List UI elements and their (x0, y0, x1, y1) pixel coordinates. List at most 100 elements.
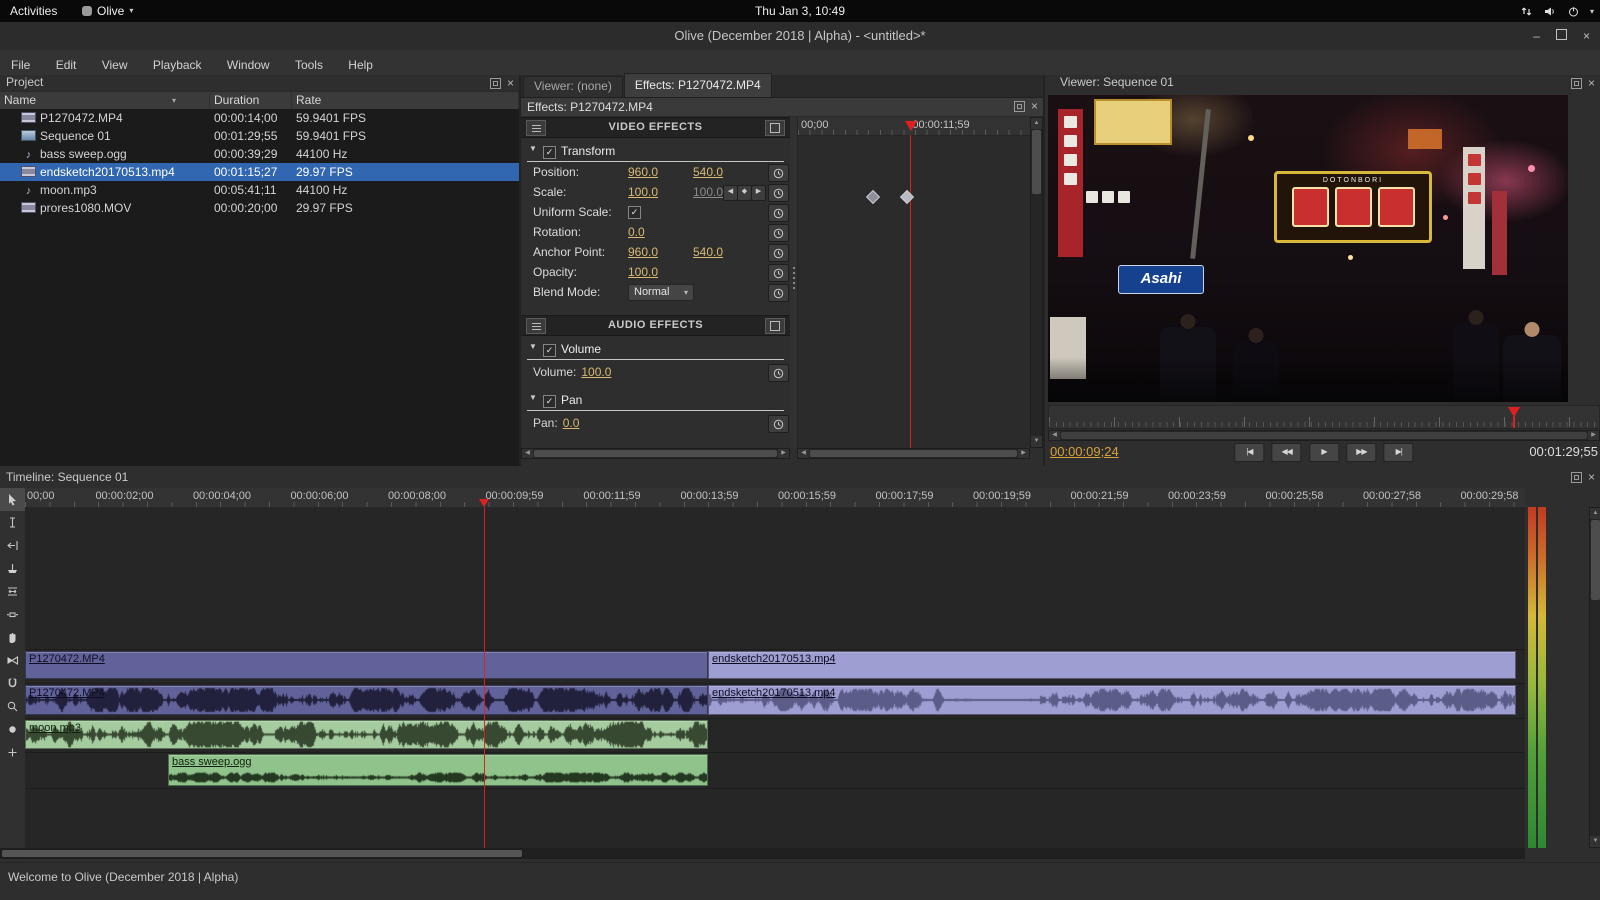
column-duration[interactable]: Duration (210, 92, 292, 110)
scroll-down-icon[interactable]: ▼ (1590, 836, 1600, 847)
scroll-left-icon[interactable]: ◀ (798, 449, 809, 458)
close-button[interactable]: × (1583, 29, 1590, 43)
tab-viewer-none[interactable]: Viewer: (none) (523, 76, 623, 97)
window-titlebar[interactable]: Olive (December 2018 | Alpha) - <untitle… (0, 22, 1600, 51)
timeline-playhead-line[interactable] (484, 507, 485, 848)
close-icon[interactable]: × (507, 77, 514, 89)
maximize-button[interactable] (1555, 29, 1567, 43)
previous-keyframe-button[interactable]: ◀ (723, 185, 738, 201)
pointer-tool[interactable] (0, 488, 25, 511)
scrollbar-thumb[interactable] (1061, 432, 1587, 439)
menu-tools[interactable]: Tools (284, 50, 334, 75)
timeline-hscrollbar[interactable] (0, 848, 1525, 859)
keyframe-diamond[interactable] (865, 189, 881, 205)
minimize-button[interactable]: – (1533, 29, 1540, 43)
system-clock[interactable]: Thu Jan 3, 10:49 (755, 0, 845, 22)
close-icon[interactable]: × (1588, 471, 1595, 483)
project-item-selected[interactable]: endsketch20170513.mp4 00:01:15;27 29.97 … (0, 163, 519, 181)
collapse-icon[interactable]: ▼ (529, 144, 537, 153)
go-to-end-button[interactable]: ▶| (1383, 443, 1414, 462)
collapse-icon[interactable]: ▼ (529, 393, 537, 402)
transform-effect-header[interactable]: ▼ ✓ Transform (527, 143, 784, 162)
hand-tool[interactable] (0, 626, 25, 649)
column-rate[interactable]: Rate (292, 92, 519, 110)
blend-keyframe-toggle[interactable] (768, 284, 789, 302)
add-audio-effect-button[interactable] (526, 318, 546, 334)
scrollbar-thumb[interactable] (534, 450, 777, 457)
scroll-down-icon[interactable]: ▼ (1031, 436, 1042, 447)
project-item[interactable]: P1270472.MP4 00:00:14;00 59.9401 FPS (0, 109, 519, 127)
audio-clip[interactable]: moon.mp3 (25, 720, 708, 749)
rotation-keyframe-toggle[interactable] (768, 224, 789, 242)
scroll-right-icon[interactable]: ▶ (1018, 449, 1029, 458)
viewer-hscrollbar[interactable]: ◀ ▶ (1048, 430, 1600, 441)
timeline-ruler[interactable]: 00;00 00:00:02;00 00:00:04;00 00:00:06;00 00… (25, 488, 1525, 508)
go-to-start-button[interactable]: |◀ (1234, 443, 1265, 462)
project-columns-header[interactable]: Name ▾ Duration Rate (0, 91, 519, 111)
ripple-tool[interactable] (0, 534, 25, 557)
timeline-tracks[interactable]: P1270472.MP4 endsketch20170513.mp4 P1270… (25, 507, 1525, 848)
popout-icon[interactable] (1570, 472, 1582, 483)
activities-button[interactable]: Activities (10, 0, 57, 22)
edit-tool[interactable] (0, 511, 25, 534)
keyframe-playhead-marker[interactable] (905, 121, 917, 131)
add-button[interactable] (0, 741, 25, 764)
opacity-keyframe-toggle[interactable] (768, 264, 789, 282)
blend-mode-dropdown[interactable]: Normal ▾ (628, 284, 694, 301)
position-x-value[interactable]: 960.0 (628, 163, 658, 182)
anchor-y-value[interactable]: 540.0 (693, 243, 723, 262)
zoom-tool[interactable] (0, 695, 25, 718)
project-item[interactable]: ♪ bass sweep.ogg 00:00:39;29 44100 Hz (0, 145, 519, 163)
next-keyframe-button[interactable]: ▶ (751, 185, 766, 201)
position-y-value[interactable]: 540.0 (693, 163, 723, 182)
column-name[interactable]: Name ▾ (0, 92, 210, 110)
razor-tool[interactable] (0, 557, 25, 580)
menu-playback[interactable]: Playback (142, 50, 213, 75)
scroll-up-icon[interactable]: ▲ (1590, 508, 1600, 519)
keyframe-diamond[interactable] (899, 189, 915, 205)
audio-effects-options-button[interactable] (765, 318, 785, 334)
slip-tool[interactable] (0, 580, 25, 603)
keyframe-area[interactable]: 00;00 00:00:11;59 (797, 117, 1031, 448)
add-video-effect-button[interactable] (526, 120, 546, 136)
close-icon[interactable]: × (1588, 77, 1595, 89)
project-item[interactable]: Sequence 01 00:01:29;55 59.9401 FPS (0, 127, 519, 145)
system-status-area[interactable]: ▾ (1520, 0, 1594, 22)
volume-keyframe-toggle[interactable] (768, 364, 789, 382)
current-timecode[interactable]: 00:00:09;24 (1050, 444, 1119, 459)
uniform-scale-keyframe-toggle[interactable] (768, 204, 789, 222)
position-keyframe-toggle[interactable] (768, 164, 789, 182)
app-menu-button[interactable]: Olive ▾ (82, 0, 133, 22)
fast-forward-button[interactable]: ▶▶ (1346, 443, 1377, 462)
pan-enabled-checkbox[interactable]: ✓ (543, 395, 556, 408)
keyframe-hscrollbar[interactable]: ◀ ▶ (797, 448, 1030, 459)
pan-keyframe-toggle[interactable] (768, 415, 789, 433)
viewer-timeline-ruler[interactable] (1048, 405, 1600, 429)
audio-video-clip[interactable]: P1270472.MP4 (25, 685, 708, 715)
keyframe-playhead-line[interactable] (910, 135, 911, 448)
timeline-vscrollbar[interactable]: ▲ ▼ (1589, 507, 1600, 848)
snapping-toggle[interactable] (0, 672, 25, 695)
menu-view[interactable]: View (91, 50, 139, 75)
scrollbar-thumb[interactable] (1591, 520, 1600, 600)
volume-enabled-checkbox[interactable]: ✓ (543, 344, 556, 357)
effects-vscrollbar[interactable]: ▲ ▼ (1030, 117, 1043, 448)
scrollbar-thumb[interactable] (1032, 130, 1041, 194)
audio-video-clip[interactable]: endsketch20170513.mp4 (708, 685, 1516, 715)
transform-enabled-checkbox[interactable]: ✓ (543, 146, 556, 159)
scroll-left-icon[interactable]: ◀ (1049, 431, 1060, 440)
pan-effect-header[interactable]: ▼ ✓ Pan (527, 392, 784, 411)
anchor-x-value[interactable]: 960.0 (628, 243, 658, 262)
popout-icon[interactable] (489, 78, 501, 89)
scroll-left-icon[interactable]: ◀ (522, 449, 533, 458)
popout-icon[interactable] (1570, 78, 1582, 89)
record-button[interactable] (0, 718, 25, 741)
audio-clip[interactable]: bass sweep.ogg (168, 754, 708, 786)
effects-splitter[interactable] (790, 117, 797, 448)
anchor-keyframe-toggle[interactable] (768, 244, 789, 262)
scroll-up-icon[interactable]: ▲ (1031, 118, 1042, 129)
toggle-keyframe-button[interactable]: ◆ (737, 185, 752, 201)
rewind-button[interactable]: ◀◀ (1271, 443, 1302, 462)
scroll-right-icon[interactable]: ▶ (1588, 431, 1599, 440)
popout-icon[interactable] (1013, 101, 1025, 112)
